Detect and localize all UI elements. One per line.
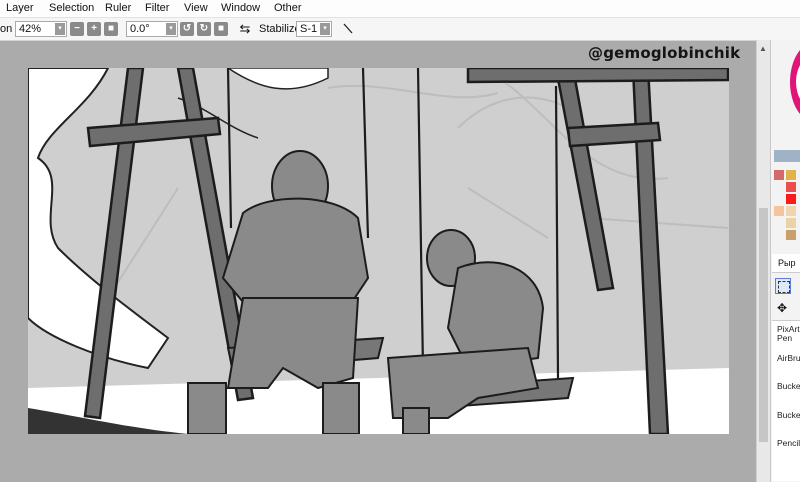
swatch-6[interactable] <box>774 206 784 216</box>
angle-field[interactable]: 0.0° ▾ <box>126 21 178 37</box>
zoom-out-icon[interactable]: − <box>70 22 84 36</box>
menu-window[interactable]: Window <box>221 2 260 14</box>
rotate-left-icon[interactable]: ↺ <box>180 22 194 36</box>
swatch-5[interactable] <box>786 194 796 204</box>
angle-value: 0.0° <box>130 23 150 35</box>
stabilizer-dropdown-icon[interactable]: ▾ <box>320 23 330 35</box>
zoom-dropdown-icon[interactable]: ▾ <box>55 23 65 35</box>
panel-tab-label: Рыр <box>778 258 796 268</box>
drawing-canvas[interactable] <box>28 68 729 434</box>
stabilizer-select[interactable]: S-1 ▾ <box>296 21 332 37</box>
scrollbar-thumb[interactable] <box>759 208 768 442</box>
toolbar: on 42% ▾ − + ■ 0.0° ▾ ↺ ↻ ■ ⇆ Stabilizer… <box>0 18 800 41</box>
tool-airbrush[interactable]: AirBrus <box>777 354 800 363</box>
rotate-right-icon[interactable]: ↻ <box>197 22 211 36</box>
color-bar[interactable] <box>774 150 800 162</box>
tool-bucket-2[interactable]: Bucket <box>777 411 800 420</box>
zoom-label: on <box>0 23 13 35</box>
rotate-reset-icon[interactable]: ■ <box>214 22 228 36</box>
select-rect-icon[interactable] <box>775 278 791 294</box>
color-wheel[interactable] <box>790 42 800 122</box>
menu-selection[interactable]: Selection <box>49 2 94 14</box>
tool-bucket-1[interactable]: Bucket <box>777 382 800 391</box>
panel-tab[interactable]: Рыр <box>772 254 800 273</box>
watermark: @gemoglobinchik <box>588 44 741 62</box>
scroll-up-icon[interactable]: ▲ <box>759 44 767 53</box>
stabilizer-value: S-1 <box>300 23 318 35</box>
menu-bar: Layer Selection Ruler Filter View Window… <box>0 0 800 18</box>
menu-layer[interactable]: Layer <box>6 2 34 14</box>
brush-line-icon[interactable] <box>339 20 357 38</box>
swatch-2[interactable] <box>786 170 796 180</box>
canvas-scrollbar[interactable]: ▲ <box>756 40 771 482</box>
swatch-1[interactable] <box>774 170 784 180</box>
swatch-4[interactable] <box>786 182 796 192</box>
swatch-7[interactable] <box>786 206 796 216</box>
menu-other[interactable]: Other <box>274 2 302 14</box>
angle-dropdown-icon[interactable]: ▾ <box>166 23 176 35</box>
swatch-9[interactable] <box>786 230 796 240</box>
menu-ruler[interactable]: Ruler <box>105 2 131 14</box>
artwork-sketch <box>28 68 729 434</box>
swatch-3[interactable] <box>774 182 784 192</box>
zoom-field[interactable]: 42% ▾ <box>15 21 67 37</box>
menu-view[interactable]: View <box>184 2 208 14</box>
tool-pixart-pen[interactable]: PixArt Pen <box>777 325 800 343</box>
zoom-reset-icon[interactable]: ■ <box>104 22 118 36</box>
swatch-8[interactable] <box>786 218 796 228</box>
tool-pencil[interactable]: Pencil <box>777 439 800 448</box>
move-icon[interactable]: ✥ <box>777 301 787 315</box>
zoom-value: 42% <box>19 23 42 35</box>
flip-icon[interactable]: ⇆ <box>237 21 253 37</box>
menu-filter[interactable]: Filter <box>145 2 169 14</box>
zoom-in-icon[interactable]: + <box>87 22 101 36</box>
tool-list <box>772 320 800 481</box>
